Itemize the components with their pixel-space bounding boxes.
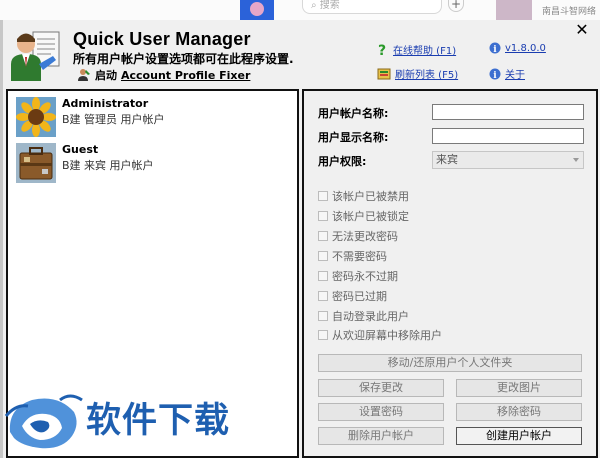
option-label: 无法更改密码 <box>332 230 398 243</box>
sunflower-icon <box>16 97 56 137</box>
option-account-locked[interactable]: 该帐户已被锁定 <box>318 208 409 224</box>
option-label: 密码已过期 <box>332 290 387 303</box>
permission-value: 来宾 <box>436 153 458 166</box>
info-icon: i <box>489 42 501 54</box>
checkbox[interactable] <box>318 211 328 221</box>
version-link[interactable]: i v1.8.0.0 <box>489 42 546 54</box>
online-help-label: 在线帮助 (F1) <box>393 46 457 57</box>
online-help-link[interactable]: ? 在线帮助 (F1) <box>377 42 457 58</box>
save-changes-button[interactable]: 保存更改 <box>318 379 444 397</box>
background-thumbnail <box>240 0 274 20</box>
user-item-administrator[interactable]: Administrator B建 管理员 用户帐户 <box>16 97 165 137</box>
app-logo-icon <box>11 31 60 81</box>
option-auto-login[interactable]: 自动登录此用户 <box>318 308 409 324</box>
option-password-expired[interactable]: 密码已过期 <box>318 288 387 304</box>
remove-password-button[interactable]: 移除密码 <box>456 403 582 421</box>
option-label: 密码永不过期 <box>332 270 398 283</box>
option-label: 自动登录此用户 <box>332 310 409 323</box>
delete-account-button[interactable]: 删除用户帐户 <box>318 427 444 445</box>
profile-fixer-icon <box>78 69 90 81</box>
option-account-disabled[interactable]: 该帐户已被禁用 <box>318 188 409 204</box>
option-label: 不需要密码 <box>332 250 387 263</box>
permission-select[interactable]: 来宾 <box>432 151 584 169</box>
refresh-list-label: 刷新列表 (F5) <box>395 70 459 81</box>
account-profile-fixer-link[interactable]: 启动 Account Profile Fixer <box>77 67 250 83</box>
background-search-box[interactable]: ⌕ 搜索 <box>302 0 442 14</box>
account-name-label: 用户帐户名称: <box>318 107 389 120</box>
svg-text:i: i <box>493 45 497 54</box>
apf-link-text: Account Profile Fixer <box>121 68 251 82</box>
checkbox[interactable] <box>318 251 328 261</box>
user-description: B建 来宾 用户帐户 <box>62 159 154 172</box>
app-description: 所有用户帐户设置选项都可在此程序设置. <box>73 52 294 66</box>
checkbox[interactable] <box>318 191 328 201</box>
option-label: 该帐户已被禁用 <box>332 190 409 203</box>
suitcase-icon <box>16 143 56 183</box>
user-item-guest[interactable]: Guest B建 来宾 用户帐户 <box>16 143 154 183</box>
set-password-button[interactable]: 设置密码 <box>318 403 444 421</box>
user-properties-panel: 用户帐户名称: 用户显示名称: 用户权限: 来宾 该帐户已被禁用 该帐户已被锁定… <box>302 89 598 458</box>
option-password-not-required[interactable]: 不需要密码 <box>318 248 387 264</box>
checkbox[interactable] <box>318 271 328 281</box>
about-label: 关于 <box>505 70 525 81</box>
option-password-never-expires[interactable]: 密码永不过期 <box>318 268 398 284</box>
background-avatar <box>496 0 532 20</box>
checkbox[interactable] <box>318 231 328 241</box>
background-right-text: 南昌斗智网络 <box>542 7 597 17</box>
option-label: 该帐户已被锁定 <box>332 210 409 223</box>
create-account-button[interactable]: 创建用户帐户 <box>456 427 582 445</box>
user-name: Administrator <box>62 97 149 110</box>
refresh-list-link[interactable]: 刷新列表 (F5) <box>377 66 458 81</box>
option-cannot-change-password[interactable]: 无法更改密码 <box>318 228 398 244</box>
about-info-icon: i <box>489 68 501 80</box>
option-label: 从欢迎屏幕中移除用户 <box>332 329 442 342</box>
checkbox[interactable] <box>318 330 328 340</box>
checkbox[interactable] <box>318 291 328 301</box>
watermark-text: 软件下载 <box>86 401 231 441</box>
svg-text:i: i <box>493 71 497 80</box>
app-title: Quick User Manager <box>73 29 251 49</box>
user-name: Guest <box>62 143 99 156</box>
display-name-input[interactable] <box>432 128 584 144</box>
close-button[interactable]: ✕ <box>568 20 596 40</box>
version-label: v1.8.0.0 <box>505 42 546 54</box>
help-question-icon: ? <box>378 43 386 57</box>
option-hide-from-welcome[interactable]: 从欢迎屏幕中移除用户 <box>318 327 442 343</box>
permission-label: 用户权限: <box>318 155 367 168</box>
checkbox[interactable] <box>318 311 328 321</box>
search-icon: ⌕ <box>311 0 320 11</box>
chevron-down-icon <box>573 158 579 162</box>
display-name-label: 用户显示名称: <box>318 131 389 144</box>
apf-label: 启动 <box>95 69 117 82</box>
change-picture-button[interactable]: 更改图片 <box>456 379 582 397</box>
background-search-placeholder: 搜索 <box>319 0 340 11</box>
svg-text:?: ? <box>378 43 386 57</box>
account-name-input[interactable] <box>432 104 584 120</box>
about-link[interactable]: i 关于 <box>489 66 525 81</box>
user-description: B建 管理员 用户帐户 <box>62 113 165 126</box>
move-profile-button[interactable]: 移动/还原用户个人文件夹 <box>318 354 582 372</box>
refresh-list-icon <box>377 68 391 79</box>
